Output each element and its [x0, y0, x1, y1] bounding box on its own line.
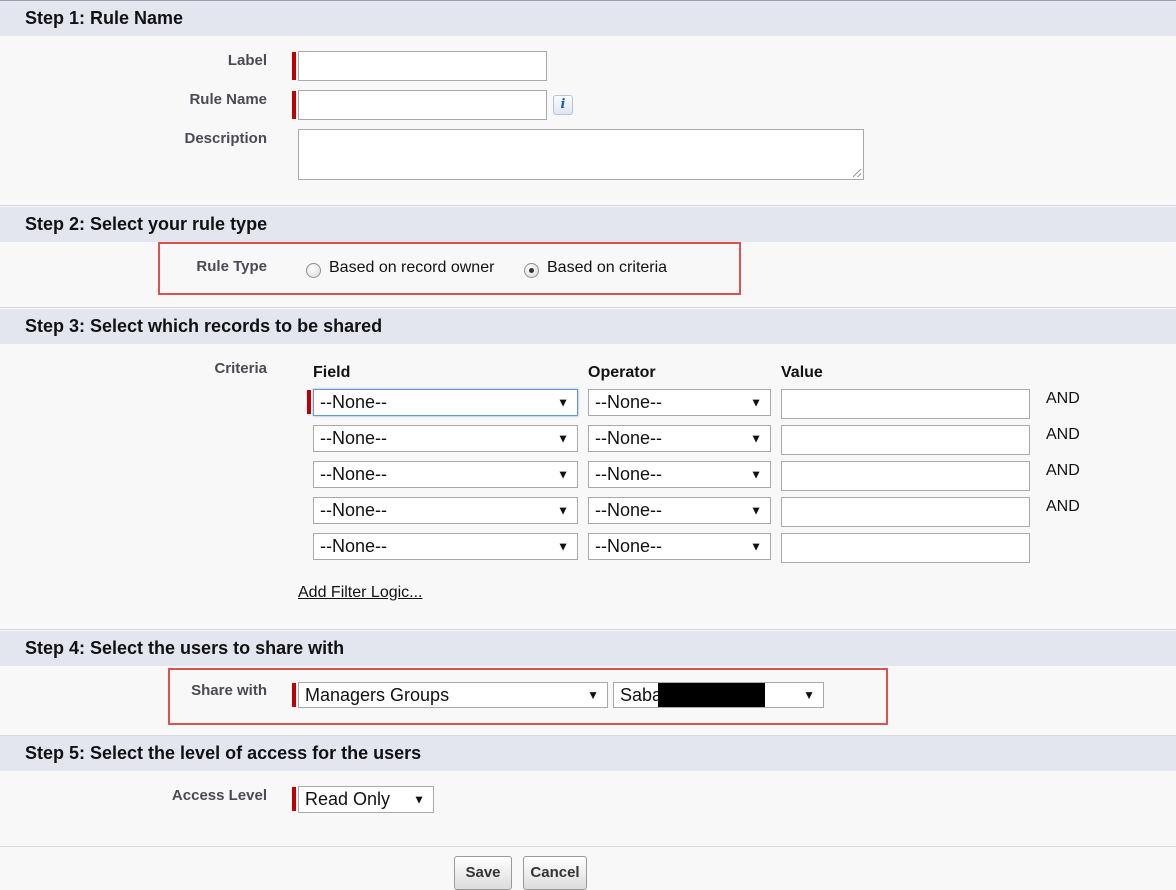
- label-input[interactable]: [298, 51, 547, 81]
- criteria-operator-select[interactable]: --None-- ▼: [588, 497, 771, 524]
- dropdown-arrow-icon: ▼: [803, 688, 815, 702]
- criteria-label: Criteria: [214, 360, 267, 377]
- radio-record-owner[interactable]: [306, 263, 321, 278]
- and-label: AND: [1046, 426, 1080, 443]
- dropdown-arrow-icon: ▼: [557, 539, 569, 553]
- select-value: --None--: [595, 536, 663, 556]
- resize-grip-icon[interactable]: [853, 169, 861, 177]
- dropdown-arrow-icon: ▼: [750, 467, 762, 481]
- select-value: --None--: [595, 428, 663, 448]
- radio-criteria[interactable]: [524, 263, 539, 278]
- step2-header: Step 2: Select your rule type: [0, 207, 1176, 242]
- criteria-field-select[interactable]: --None-- ▼: [313, 533, 578, 560]
- cancel-button[interactable]: Cancel: [523, 856, 587, 890]
- criteria-value-input[interactable]: [781, 461, 1030, 491]
- info-icon[interactable]: i: [553, 95, 573, 115]
- step3-header: Step 3: Select which records to be share…: [0, 309, 1176, 344]
- select-value: --None--: [320, 464, 388, 484]
- criteria-field-select[interactable]: --None-- ▼: [313, 389, 578, 416]
- dropdown-arrow-icon: ▼: [557, 395, 569, 409]
- and-label: AND: [1046, 462, 1080, 479]
- access-level-select[interactable]: Read Only ▼: [298, 786, 434, 813]
- rule-name-input[interactable]: [298, 90, 547, 120]
- dropdown-arrow-icon: ▼: [750, 503, 762, 517]
- dropdown-arrow-icon: ▼: [750, 539, 762, 553]
- criteria-operator-select[interactable]: --None-- ▼: [588, 389, 771, 416]
- required-marker: [292, 91, 296, 119]
- add-filter-logic-link[interactable]: Add Filter Logic...: [298, 584, 423, 602]
- step1-header: Step 1: Rule Name: [0, 1, 1176, 36]
- rule-type-label: Rule Type: [196, 258, 267, 275]
- required-marker: [292, 787, 296, 811]
- description-textarea[interactable]: [298, 129, 864, 180]
- label-field-label: Label: [227, 52, 267, 69]
- step4-header: Step 4: Select the users to share with: [0, 631, 1176, 666]
- criteria-value-input[interactable]: [781, 497, 1030, 527]
- required-marker: [307, 390, 311, 414]
- dropdown-arrow-icon: ▼: [750, 431, 762, 445]
- select-value: --None--: [595, 500, 663, 520]
- select-value: Managers Groups: [305, 685, 450, 705]
- dropdown-arrow-icon: ▼: [557, 503, 569, 517]
- select-value: --None--: [595, 464, 663, 484]
- radio-record-owner-label[interactable]: Based on record owner: [329, 259, 494, 277]
- access-level-label: Access Level: [171, 787, 267, 804]
- redaction-block: [658, 683, 765, 707]
- required-marker: [292, 683, 296, 707]
- radio-criteria-label[interactable]: Based on criteria: [547, 259, 667, 277]
- section-divider: [0, 629, 1176, 630]
- dropdown-arrow-icon: ▼: [750, 395, 762, 409]
- dropdown-arrow-icon: ▼: [587, 688, 599, 702]
- select-value: Saba: [620, 685, 663, 705]
- column-header-field: Field: [313, 364, 351, 381]
- section-divider: [0, 307, 1176, 308]
- description-field-label: Description: [184, 130, 267, 147]
- criteria-operator-select[interactable]: --None-- ▼: [588, 461, 771, 488]
- dropdown-arrow-icon: ▼: [557, 467, 569, 481]
- select-value: --None--: [320, 428, 388, 448]
- select-value: --None--: [595, 392, 663, 412]
- share-with-label: Share with: [191, 682, 267, 699]
- section-divider: [0, 846, 1176, 847]
- step5-header: Step 5: Select the level of access for t…: [0, 736, 1176, 771]
- select-value: --None--: [320, 392, 388, 412]
- required-marker: [292, 52, 296, 80]
- select-value: --None--: [320, 500, 388, 520]
- criteria-operator-select[interactable]: --None-- ▼: [588, 533, 771, 560]
- column-header-value: Value: [781, 364, 823, 381]
- save-button[interactable]: Save: [454, 856, 512, 890]
- criteria-value-input[interactable]: [781, 533, 1030, 563]
- section-divider: [0, 205, 1176, 206]
- and-label: AND: [1046, 390, 1080, 407]
- column-header-operator: Operator: [588, 364, 656, 381]
- criteria-field-select[interactable]: --None-- ▼: [313, 497, 578, 524]
- criteria-value-input[interactable]: [781, 389, 1030, 419]
- dropdown-arrow-icon: ▼: [413, 792, 425, 806]
- and-label: AND: [1046, 498, 1080, 515]
- select-value: Read Only: [305, 789, 391, 809]
- criteria-value-input[interactable]: [781, 425, 1030, 455]
- criteria-operator-select[interactable]: --None-- ▼: [588, 425, 771, 452]
- criteria-field-select[interactable]: --None-- ▼: [313, 461, 578, 488]
- dropdown-arrow-icon: ▼: [557, 431, 569, 445]
- criteria-field-select[interactable]: --None-- ▼: [313, 425, 578, 452]
- rule-name-field-label: Rule Name: [189, 91, 267, 108]
- select-value: --None--: [320, 536, 388, 556]
- share-type-select[interactable]: Managers Groups ▼: [298, 682, 608, 708]
